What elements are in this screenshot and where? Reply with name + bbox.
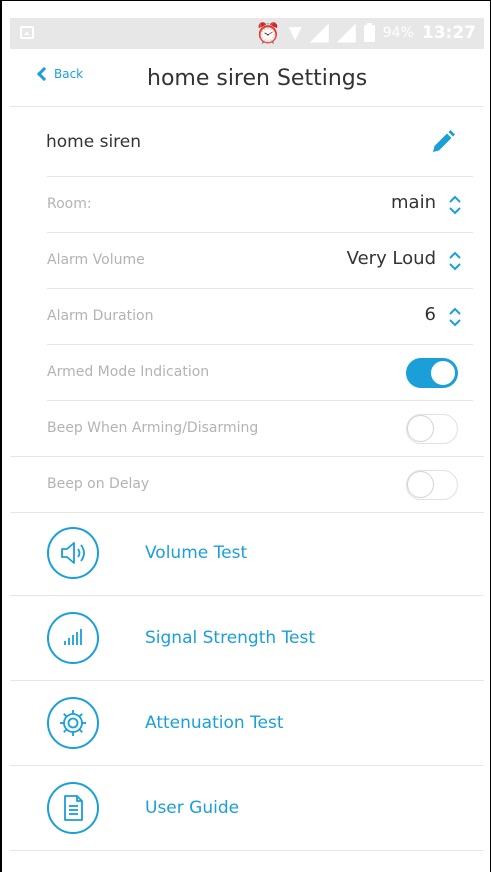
gear-icon [47,697,99,749]
clock-time: 13:27 [421,23,476,43]
alarm-duration-setting[interactable]: Alarm Duration 6 [10,289,484,345]
beep-arming-toggle[interactable] [406,414,458,444]
signal-bars-icon [47,612,99,664]
volume-test-label: Volume Test [145,543,248,563]
up-down-arrows-icon[interactable] [448,194,462,216]
alarm-volume-setting[interactable]: Alarm Volume Very Loud [10,233,484,289]
room-value[interactable]: main [391,192,436,213]
up-down-arrows-icon[interactable] [448,250,462,272]
room-label: Room: [47,196,92,212]
beep-arming-label: Beep When Arming/Disarming [47,420,259,436]
attenuation-test-row[interactable]: Attenuation Test [10,681,484,766]
attenuation-test-label: Attenuation Test [145,713,284,733]
toggle-knob [407,471,434,498]
alarm-volume-label: Alarm Volume [47,252,145,268]
back-label: Back [54,67,84,81]
pencil-icon[interactable] [430,129,456,155]
alarm-duration-value[interactable]: 6 [425,304,436,325]
navigation-header: Back home siren Settings [10,49,484,107]
status-icons: ⏰ ▼ 94% 13:27 [256,22,476,44]
armed-mode-setting: Armed Mode Indication [10,345,484,401]
beep-delay-toggle[interactable] [406,470,458,500]
beep-arming-setting: Beep When Arming/Disarming [10,401,484,457]
speaker-icon [47,527,99,579]
wifi-icon: ▼ [288,23,302,43]
alarm-volume-value[interactable]: Very Loud [347,248,436,269]
toggle-knob [429,359,457,387]
signal-icon [309,23,329,43]
signal-strength-test-row[interactable]: Signal Strength Test [10,596,484,681]
beep-delay-label: Beep on Delay [47,476,150,492]
user-guide-row[interactable]: User Guide [10,766,484,851]
volume-test-row[interactable]: Volume Test [10,511,484,596]
document-icon [47,782,99,834]
room-setting[interactable]: Room: main [10,177,484,233]
back-button[interactable]: Back [35,66,84,82]
page-title: home siren Settings [147,66,368,91]
armed-mode-label: Armed Mode Indication [47,364,210,380]
alarm-clock-icon: ⏰ [255,21,281,45]
alarm-duration-label: Alarm Duration [47,308,154,324]
up-down-arrows-icon[interactable] [448,306,462,328]
chevron-left-icon [36,66,52,82]
gallery-icon [20,26,34,39]
device-name-row: home siren [10,108,484,177]
battery-percent: 94% [382,25,414,41]
device-name: home siren [46,132,142,152]
divider [10,850,484,851]
user-guide-label: User Guide [145,798,240,818]
signal-icon [336,23,356,43]
toggle-knob [407,415,434,442]
battery-icon [363,22,375,42]
status-bar: ⏰ ▼ 94% 13:27 [10,18,484,49]
armed-mode-toggle[interactable] [406,358,458,388]
beep-delay-setting: Beep on Delay [10,457,484,513]
signal-strength-test-label: Signal Strength Test [145,628,316,648]
